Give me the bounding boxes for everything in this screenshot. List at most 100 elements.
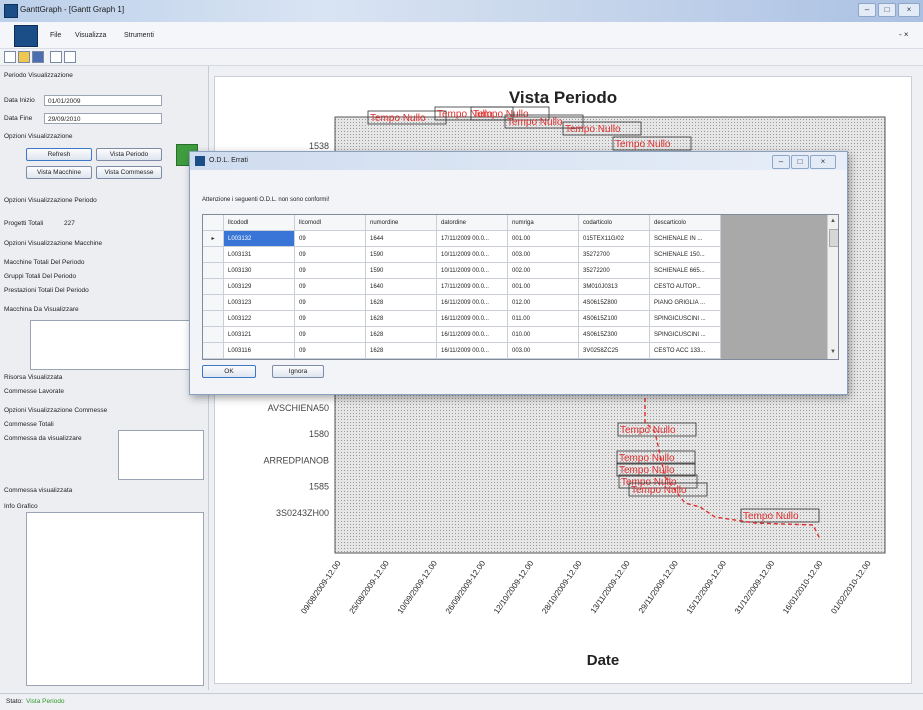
menu-visualizza[interactable]: Visualizza [75,32,106,39]
col-descarticolo[interactable]: descarticolo [649,215,721,231]
grid-cell[interactable]: 16/11/2009 00.0... [436,294,508,311]
scroll-thumb[interactable] [829,229,838,247]
grid-vertical-scrollbar[interactable]: ▲ ▼ [827,215,838,359]
grid-cell[interactable]: 35272700 [578,246,650,263]
vista-macchine-button[interactable]: Vista Macchine [26,166,92,179]
grid-cell[interactable]: 010.00 [507,326,579,343]
grid-cell[interactable]: 09 [294,278,366,295]
grid-cell[interactable]: 09 [294,294,366,311]
macchina-list[interactable] [30,320,200,370]
col-codarticolo[interactable]: codarticolo [578,215,650,231]
print-icon[interactable] [50,51,62,63]
grid-cell[interactable]: 003.00 [507,342,579,359]
grid-cell[interactable]: L003123 [223,294,295,311]
grid-cell[interactable]: L003122 [223,310,295,327]
grid-cell[interactable]: 4S0615Z300 [578,326,650,343]
mdi-window-controls[interactable]: - × [899,30,909,39]
grid-cell[interactable]: 09 [294,310,366,327]
grid-cell[interactable]: 3M010J0313 [578,278,650,295]
print-preview-icon[interactable] [64,51,76,63]
grid-cell[interactable]: L003130 [223,262,295,279]
grid-cell[interactable]: 1640 [365,278,437,295]
grid-cell[interactable]: 3V0258ZC25 [578,342,650,359]
grid-cell[interactable]: 09 [294,246,366,263]
grid-cell[interactable]: L003121 [223,326,295,343]
grid-cell[interactable]: 1644 [365,230,437,247]
row-header[interactable] [203,326,224,343]
close-button[interactable]: × [898,3,920,17]
dialog-close-button[interactable]: × [810,155,836,169]
grid-cell[interactable]: 16/11/2009 00.0... [436,326,508,343]
col-llcodold[interactable]: llcododl [223,215,295,231]
grid-cell[interactable]: L003132 [223,230,295,247]
maximize-button[interactable]: □ [878,3,896,17]
grid-cell[interactable]: CESTO ACC 133... [649,342,721,359]
menu-strumenti[interactable]: Strumenti [124,32,154,39]
data-inizio-field[interactable]: 01/01/2009 [44,95,162,106]
table-row[interactable]: ▸ L003132 09 1644 17/11/2009 00.0... 001.00 01… [203,230,721,247]
dialog-maximize-button[interactable]: □ [791,155,809,169]
grid-cell[interactable]: PIANO GRIGLIA ... [649,294,721,311]
row-header[interactable] [203,342,224,359]
info-grafico-box[interactable] [26,512,204,686]
grid-cell[interactable]: SCHIENALE 665... [649,262,721,279]
minimize-button[interactable]: – [858,3,876,17]
grid-cell[interactable]: L003116 [223,342,295,359]
refresh-button[interactable]: Refresh [26,148,92,161]
dialog-minimize-button[interactable]: – [772,155,790,169]
table-row[interactable]: L003122 09 1628 16/11/2009 00.0... 011.00 4S0… [203,310,721,327]
row-header[interactable]: ▸ [203,230,224,247]
row-header[interactable] [203,262,224,279]
grid-cell[interactable]: 1590 [365,246,437,263]
save-icon[interactable] [32,51,44,63]
grid-cell[interactable]: 16/11/2009 00.0... [436,342,508,359]
new-file-icon[interactable] [4,51,16,63]
open-folder-icon[interactable] [18,51,30,63]
grid-cell[interactable]: 011.00 [507,310,579,327]
row-header[interactable] [203,310,224,327]
grid-cell[interactable]: 35272200 [578,262,650,279]
grid-cell[interactable]: 003.00 [507,246,579,263]
col-numriga[interactable]: numriga [507,215,579,231]
grid-cell[interactable]: SPINGICUSCINI ... [649,310,721,327]
grid-cell[interactable]: SCHIENALE IN ... [649,230,721,247]
grid-cell[interactable]: 1628 [365,342,437,359]
grid-cell[interactable]: 4S0615Z800 [578,294,650,311]
grid-cell[interactable]: 10/11/2009 00.0... [436,262,508,279]
grid-cell[interactable]: 015TEX11G/02 [578,230,650,247]
col-datordine[interactable]: datordine [436,215,508,231]
grid-cell[interactable]: 09 [294,230,366,247]
grid-cell[interactable]: 4S0615Z100 [578,310,650,327]
grid-cell[interactable]: 1590 [365,262,437,279]
col-llcomodl[interactable]: llcomodl [294,215,366,231]
grid-cell[interactable]: SPINGICUSCINI ... [649,326,721,343]
grid-cell[interactable]: 1628 [365,326,437,343]
table-row[interactable]: L003121 09 1628 16/11/2009 00.0... 010.00 4S0… [203,326,721,343]
table-row[interactable]: L003129 09 1640 17/11/2009 00.0... 001.00 3M0… [203,278,721,295]
grid-cell[interactable]: 002.00 [507,262,579,279]
grid-cell[interactable]: L003129 [223,278,295,295]
grid-cell[interactable]: 1628 [365,294,437,311]
grid-cell[interactable]: SCHIENALE 150... [649,246,721,263]
table-row[interactable]: L003123 09 1628 16/11/2009 00.0... 012.00 4S0… [203,294,721,311]
row-header[interactable] [203,246,224,263]
col-numordine[interactable]: numordine [365,215,437,231]
grid-cell[interactable]: 17/11/2009 00.0... [436,230,508,247]
menu-file[interactable]: File [50,32,61,39]
grid-cell[interactable]: 16/11/2009 00.0... [436,310,508,327]
vista-commesse-button[interactable]: Vista Commesse [96,166,162,179]
table-row[interactable]: L003116 09 1628 16/11/2009 00.0... 003.00 3V0… [203,342,721,359]
grid-cell[interactable]: 1628 [365,310,437,327]
grid-cell[interactable]: 09 [294,326,366,343]
row-header[interactable] [203,278,224,295]
row-header[interactable] [203,294,224,311]
grid-cell[interactable]: 10/11/2009 00.0... [436,246,508,263]
grid-cell[interactable]: 012.00 [507,294,579,311]
data-fine-field[interactable]: 29/09/2010 [44,113,162,124]
grid-cell[interactable]: CESTO AUTOP... [649,278,721,295]
table-row[interactable]: L003130 09 1590 10/11/2009 00.0... 002.00 352… [203,262,721,279]
table-row[interactable]: L003131 09 1590 10/11/2009 00.0... 003.00 352… [203,246,721,263]
scroll-down-arrow-icon[interactable]: ▼ [830,349,836,355]
vista-periodo-button[interactable]: Vista Periodo [96,148,162,161]
grid-cell[interactable]: 001.00 [507,278,579,295]
